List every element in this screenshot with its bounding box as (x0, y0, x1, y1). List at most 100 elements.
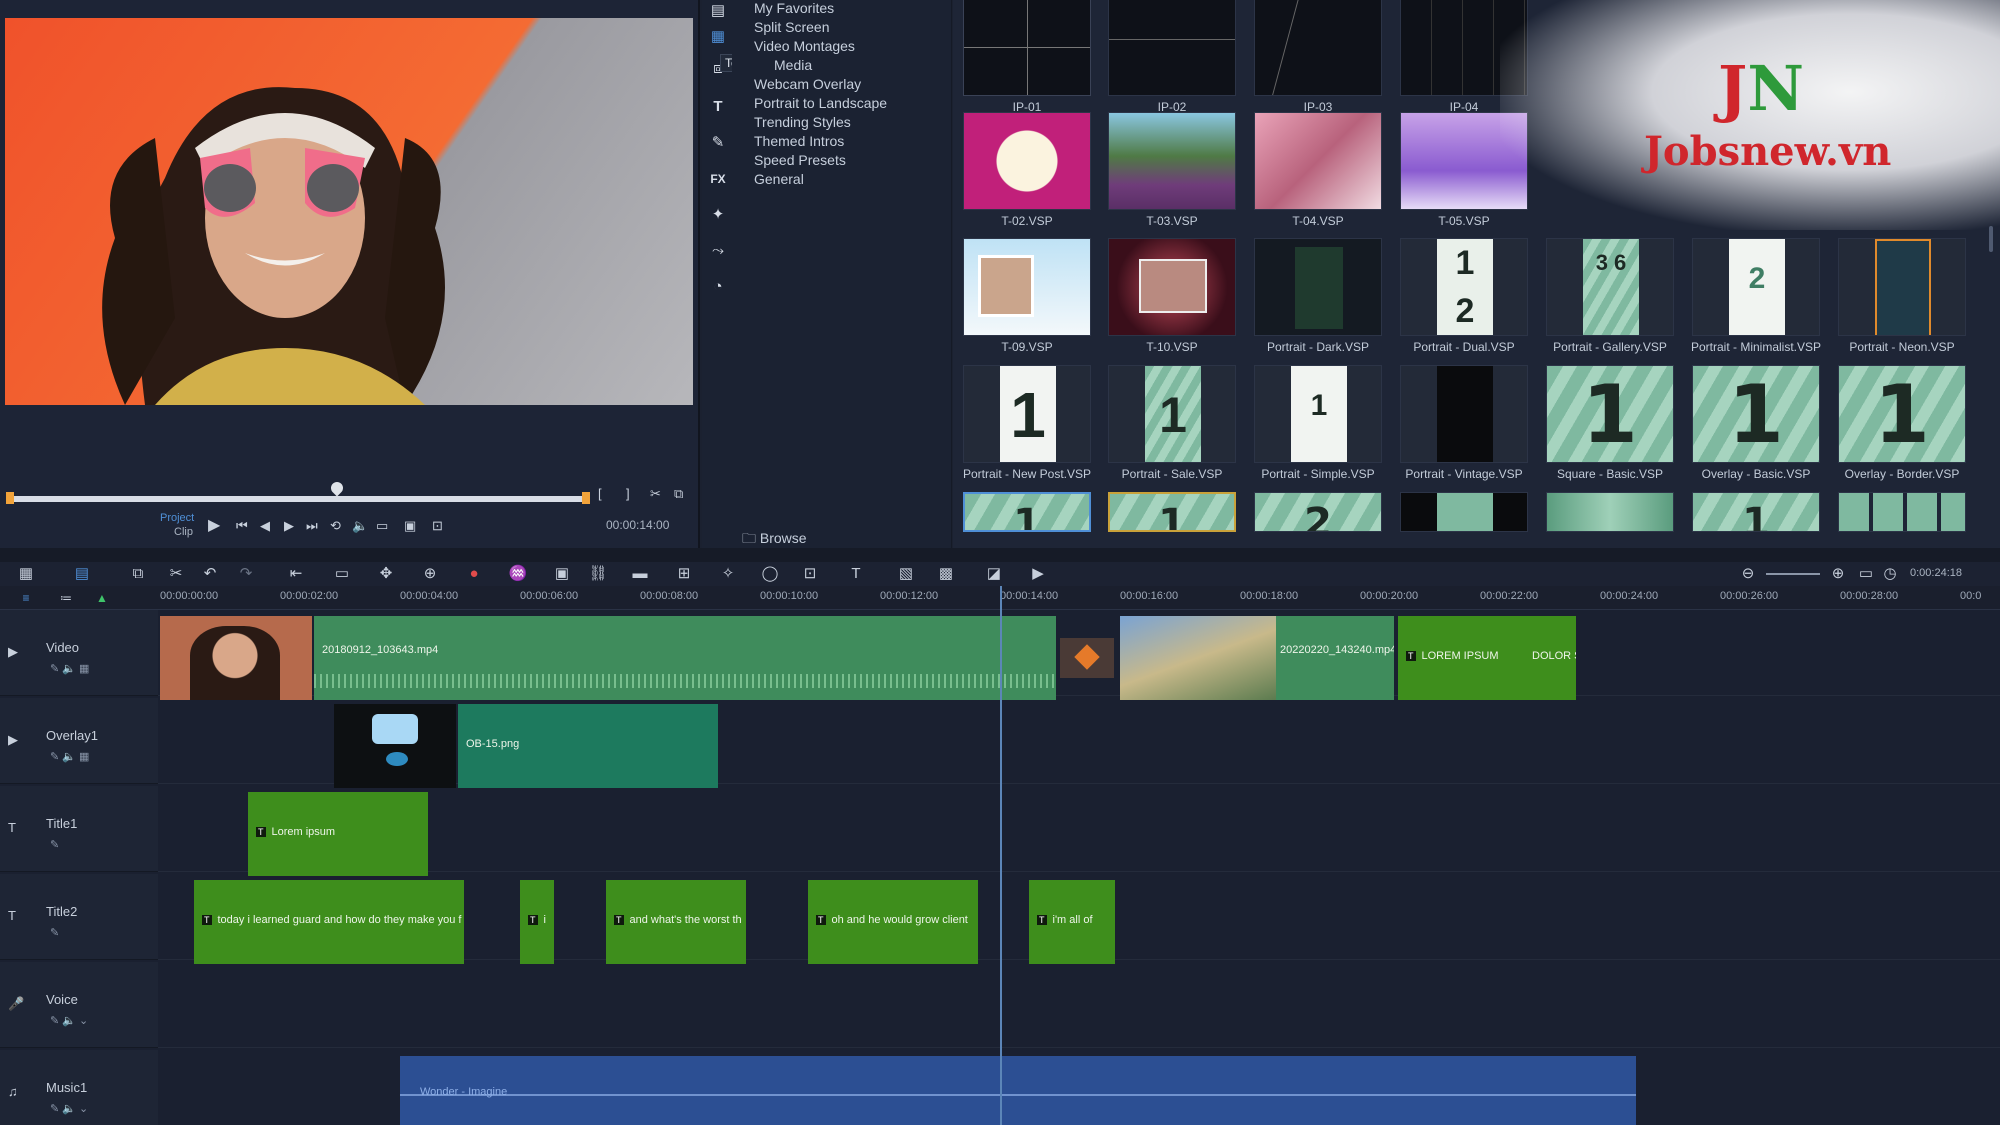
graphics-icon[interactable]: ✎ (707, 132, 729, 154)
copy-icon[interactable]: ⧉ (128, 562, 148, 586)
volume-icon[interactable]: 🔈 (352, 518, 368, 534)
subtitle-icon[interactable]: ▬ (630, 562, 650, 586)
mask-icon[interactable]: ◯ (760, 562, 780, 586)
track-header-title2[interactable]: T Title2 ✎ (0, 874, 158, 960)
template-tile[interactable]: 1 (1692, 492, 1820, 532)
category-split-screen[interactable]: Split Screen (754, 19, 829, 35)
template-tile[interactable]: T-03.VSP (1108, 112, 1236, 228)
title-clip[interactable]: Tand what's the worst th (606, 880, 746, 964)
crop-icon[interactable]: ▭ (332, 562, 352, 586)
snapshot-icon[interactable]: ⧉ (674, 486, 683, 502)
mark-out-icon[interactable]: ] (626, 486, 630, 502)
pan-zoom-icon[interactable]: ✥ (376, 562, 396, 586)
template-tile[interactable]: 1 Portrait - New Post.VSP (963, 365, 1091, 481)
template-tile[interactable]: 1 Overlay - Border.VSP (1838, 365, 1966, 481)
zoom-slider[interactable] (1766, 573, 1820, 575)
cue-marker-icon[interactable]: ▲ (92, 586, 112, 610)
speed-icon[interactable]: ◔ (707, 276, 729, 298)
template-tile[interactable]: 1 2 Portrait - Dual.VSP (1400, 238, 1528, 354)
graph-icon[interactable]: ◪ (984, 562, 1004, 586)
template-tile[interactable]: IP-02 (1108, 0, 1236, 114)
link-icon[interactable]: ⛓ (588, 562, 608, 586)
template-tile[interactable]: 1 (963, 492, 1091, 532)
category-portrait-to-landscape[interactable]: Portrait to Landscape (754, 95, 887, 111)
filters-fx-icon[interactable]: FX (707, 168, 729, 190)
template-tile[interactable]: 2 (1254, 492, 1382, 532)
category-speed-presets[interactable]: Speed Presets (754, 152, 846, 168)
timeline-view-icon[interactable]: ▤ (72, 562, 92, 586)
title-icon[interactable]: T (707, 96, 729, 118)
category-media[interactable]: Media (774, 57, 812, 73)
zoom-preview-icon[interactable]: ⊡ (432, 518, 443, 534)
chroma-icon[interactable]: ▧ (896, 562, 916, 586)
category-trending-styles[interactable]: Trending Styles (754, 114, 851, 130)
text-icon[interactable]: T (846, 562, 866, 586)
mark-in-icon[interactable]: [ (598, 486, 602, 502)
split-clip-icon[interactable]: ✂ (650, 486, 661, 502)
end-icon[interactable]: ⏭ (306, 518, 318, 534)
category-general[interactable]: General (754, 171, 804, 187)
resolution-icon[interactable]: ▭ (376, 518, 388, 534)
mixer-icon[interactable]: ♒ (508, 562, 528, 586)
template-tile[interactable]: 3 6 Portrait - Gallery.VSP (1546, 238, 1674, 354)
timeline-playhead[interactable] (1000, 586, 1002, 1125)
template-tile[interactable] (1546, 492, 1674, 532)
scissors-icon[interactable]: ✂ (166, 562, 186, 586)
scrubber-handle[interactable] (328, 479, 346, 497)
category-webcam-overlay[interactable]: Webcam Overlay (754, 76, 861, 92)
template-tile[interactable]: Portrait - Neon.VSP (1838, 238, 1966, 354)
template-tile[interactable]: 1 Square - Basic.VSP (1546, 365, 1674, 481)
template-tile[interactable]: T-09.VSP (963, 238, 1091, 354)
track-header-title1[interactable]: T Title1 ✎ (0, 786, 158, 872)
track-header-video[interactable]: ▶ Video ✎ 🔈 ▦ (0, 610, 158, 696)
home-icon[interactable]: ⏮ (236, 518, 248, 534)
path-icon[interactable]: ⤳ (707, 240, 729, 262)
video-preview-frame[interactable] (5, 18, 693, 405)
fit-icon[interactable]: ⊡ (800, 562, 820, 586)
template-tile[interactable]: 1 (1108, 492, 1236, 532)
category-themed-intros[interactable]: Themed Intros (754, 133, 844, 149)
overlay-clip[interactable]: OB-15.png (458, 704, 718, 788)
trim-out-marker[interactable] (582, 492, 590, 504)
overlay-clip-thumbnail[interactable] (334, 704, 456, 788)
title-clip[interactable]: Toh and he would grow client (808, 880, 978, 964)
template-tile[interactable]: Portrait - Vintage.VSP (1400, 365, 1528, 481)
zoom-in-icon[interactable]: ⊕ (1828, 562, 1848, 586)
title-clip[interactable]: Ttoday i learned guard and how do they m… (194, 880, 464, 964)
previous-frame-icon[interactable]: ◀ (260, 518, 270, 534)
zoom-out-icon[interactable]: ⊖ (1738, 562, 1758, 586)
track-header-overlay1[interactable]: ▶ Overlay1 ✎ 🔈 ▦ (0, 698, 158, 784)
export-icon[interactable]: ▶ (1028, 562, 1048, 586)
color-icon[interactable]: ▩ (936, 562, 956, 586)
playback-scrubber[interactable] (8, 496, 588, 502)
redo-icon[interactable]: ↷ (236, 562, 256, 586)
video-clip[interactable]: 20180912_103643.mp4 (314, 616, 1056, 700)
preview-size-icon[interactable]: ▣ (404, 518, 416, 534)
motion-track-icon[interactable]: ⊕ (420, 562, 440, 586)
template-tile[interactable]: IP-03 (1254, 0, 1382, 114)
track-controls[interactable]: ✎ (50, 926, 59, 939)
chapter-icon[interactable]: ≔ (56, 586, 76, 610)
play-icon[interactable]: ▶ (208, 518, 220, 534)
split-screen-icon[interactable]: ⊞ (674, 562, 694, 586)
effects-icon[interactable]: ✧ (718, 562, 738, 586)
title-clip[interactable]: T LOREM IPSUM DOLOR S (1398, 616, 1576, 700)
template-tile[interactable]: T-02.VSP (963, 112, 1091, 228)
trim-in-marker[interactable] (6, 492, 14, 504)
template-tile[interactable]: T-04.VSP (1254, 112, 1382, 228)
title-clip[interactable]: Ti (520, 880, 554, 964)
track-controls[interactable]: ✎ (50, 838, 59, 851)
template-tile[interactable] (1400, 492, 1528, 532)
track-header-music1[interactable]: ♫ Music1 ✎ 🔈 ⌄ (0, 1050, 158, 1125)
track-controls[interactable]: ✎ 🔈 ⌄ (50, 1014, 88, 1027)
category-video-montages[interactable]: Video Montages (754, 38, 855, 54)
next-frame-icon[interactable]: ▶ (284, 518, 294, 534)
template-tile[interactable]: Portrait - Dark.VSP (1254, 238, 1382, 354)
video-clip-thumbnail[interactable] (160, 616, 312, 700)
title-clip[interactable]: Ti'm all of (1029, 880, 1115, 964)
storyboard-view-icon[interactable]: ▦ (16, 562, 36, 586)
template-tile[interactable]: T-10.VSP (1108, 238, 1236, 354)
track-controls[interactable]: ✎ 🔈 ▦ (50, 662, 89, 675)
templates-icon[interactable]: ▦ (707, 26, 729, 48)
repeat-icon[interactable]: ⟲ (330, 518, 341, 534)
